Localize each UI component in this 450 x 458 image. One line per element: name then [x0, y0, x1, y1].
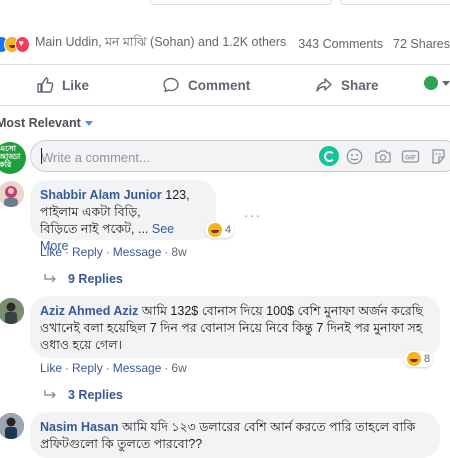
haha-icon [208, 223, 222, 237]
separator: · [65, 361, 70, 375]
share-audience-selector[interactable] [424, 76, 450, 90]
comment-text-line: প্রফিটগুলো কি তুলতে পারবো?? [40, 437, 203, 451]
avatar-text: এসো আড্ডা করি [0, 144, 21, 169]
text-cursor [41, 148, 42, 164]
like-button[interactable]: Like [36, 76, 89, 94]
comment-author[interactable]: Aziz Ahmed Aziz [40, 304, 138, 318]
comment-like-link[interactable]: Like [40, 245, 62, 259]
share-arrow-icon [316, 78, 332, 92]
avatar[interactable] [0, 413, 24, 439]
share-button[interactable]: Share [315, 76, 379, 94]
current-user-avatar[interactable]: এসো আড্ডা করি [0, 142, 26, 174]
reactions-summary[interactable]: Main Uddin, মন মাঝি (Sohan) and 1.2K oth… [0, 34, 450, 54]
comment-author[interactable]: Nasim Hasan [40, 420, 119, 434]
profile-photo-icon [0, 413, 24, 439]
comment-reactions[interactable]: 4 [205, 222, 235, 238]
love-icon [14, 35, 30, 53]
top-box-left [150, 0, 332, 5]
separator: · [65, 245, 70, 259]
profile-photo-icon [0, 298, 24, 324]
reply-arrow-icon [44, 274, 56, 283]
speech-bubble-icon [163, 77, 179, 93]
comment-bubble: Shabbir Alam Junior 123, পাইলাম একটা বিড… [30, 180, 216, 253]
sort-label: Most Relevant [0, 116, 81, 130]
comment-author[interactable]: Shabbir Alam Junior [40, 188, 162, 202]
comment-reply-link[interactable]: Reply [72, 245, 103, 259]
thumbs-up-icon [37, 77, 54, 93]
comment-meta: Like · Reply · Message · 8w [40, 245, 187, 259]
comments-count[interactable]: 343 Comments [298, 37, 383, 51]
avatar[interactable] [0, 181, 24, 207]
reaction-count: 4 [225, 224, 232, 236]
svg-text:GIF: GIF [405, 155, 416, 162]
shares-count[interactable]: 72 Shares [393, 37, 450, 51]
divider [0, 105, 450, 106]
more-options-icon[interactable]: ··· [244, 207, 261, 223]
top-box-right [340, 0, 450, 5]
comment-text-line: ওখানেই বলা হয়েছিল 7 দিন পর বোনাস নিয়ে … [40, 321, 423, 335]
comment-text-line: পাইলাম একটা বিড়ি, [40, 205, 141, 219]
view-replies[interactable]: 3 Replies [44, 388, 123, 402]
comment-text-line: বিড়িতে নাই পকেট, ... [40, 222, 149, 236]
separator: · [105, 361, 110, 375]
caret-down-icon [84, 120, 93, 126]
comment-button[interactable]: Comment [162, 76, 450, 94]
comment-bubble: Aziz Ahmed Aziz আমি 132$ বোনাস দিয়ে 100… [30, 296, 440, 358]
comment-text: আমি 132$ বোনাস দিয়ে 100$ বেশি মুনাফা অর… [138, 304, 423, 318]
top-strip [0, 0, 450, 8]
avatar[interactable] [0, 298, 24, 324]
haha-icon [407, 352, 421, 366]
grammarly-icon[interactable] [319, 146, 339, 166]
comment-reply-link[interactable]: Reply [72, 361, 103, 375]
comment-like-link[interactable]: Like [40, 361, 62, 375]
comment-timestamp[interactable]: 6w [171, 361, 186, 375]
view-replies[interactable]: 9 Replies [44, 272, 123, 286]
chevron-down-icon [442, 80, 450, 86]
camera-icon[interactable] [374, 148, 392, 165]
comment-message-link[interactable]: Message [113, 361, 162, 375]
reply-arrow-icon [44, 390, 56, 399]
gif-icon[interactable]: GIF [401, 148, 420, 165]
separator: · [105, 245, 110, 259]
comment-input[interactable] [41, 148, 311, 166]
comment-text: 123, [161, 188, 190, 202]
comment-text-line: ওধাও হয়ে গেল। [40, 338, 122, 352]
replies-count: 3 Replies [68, 388, 123, 402]
comment-message-link[interactable]: Message [113, 245, 162, 259]
comment-reactions[interactable]: 8 [404, 351, 434, 367]
reaction-names[interactable]: Main Uddin, মন মাঝি (Sohan) and 1.2K oth… [35, 34, 286, 54]
reaction-count: 8 [424, 353, 431, 365]
separator: · [164, 245, 169, 259]
share-button-label: Share [341, 77, 379, 93]
profile-globe-icon [424, 76, 438, 90]
replies-count: 9 Replies [68, 272, 123, 286]
comment-bubble: Nasim Hasan আমি যদি ১২৩ ডলারের বেশি আর্ন… [30, 412, 440, 458]
separator: · [164, 361, 169, 375]
comment-text: আমি যদি ১২৩ ডলারের বেশি আর্ন করতে পারি ত… [118, 420, 416, 434]
divider [0, 64, 450, 65]
post-actions: Like Comment Share [0, 66, 450, 104]
comment-timestamp[interactable]: 8w [171, 245, 186, 259]
sticker-icon[interactable] [430, 148, 447, 165]
like-button-label: Like [62, 77, 90, 93]
comment-meta: Like · Reply · Message · 6w [40, 361, 187, 375]
emoji-icon[interactable] [346, 148, 363, 165]
profile-photo-icon [0, 181, 24, 207]
comment-sort-dropdown[interactable]: Most Relevant [0, 116, 93, 130]
comment-button-label: Comment [188, 77, 251, 93]
